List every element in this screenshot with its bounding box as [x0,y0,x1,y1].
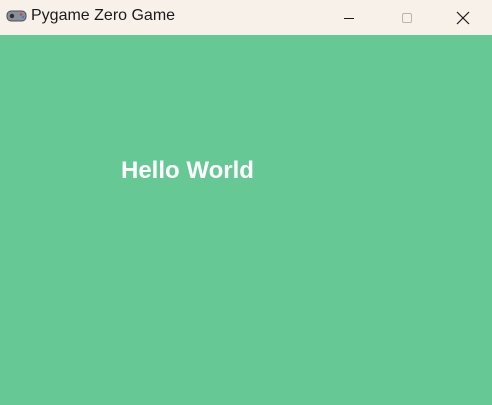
hello-world-text: Hello World [121,157,254,184]
minimize-button[interactable] [320,0,378,35]
game-canvas[interactable]: Hello World [0,35,492,405]
maximize-button[interactable] [378,0,436,35]
close-button[interactable] [434,0,492,35]
title-bar[interactable]: Pygame Zero Game [0,0,492,35]
window-title: Pygame Zero Game [31,7,176,24]
minimize-icon [344,17,354,19]
gamepad-icon [6,10,27,22]
maximize-icon [402,12,412,23]
game-window: Pygame Zero Game Hello World [0,0,492,405]
close-icon [456,11,470,24]
